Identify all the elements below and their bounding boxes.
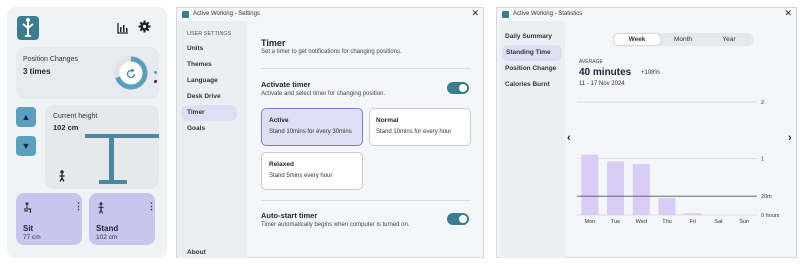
bar xyxy=(658,198,676,215)
x-tick-label: Wed xyxy=(636,219,647,225)
app-logo-icon xyxy=(502,10,509,18)
lower-desk-button[interactable]: ▼ xyxy=(16,136,36,156)
auto-start-desc: Timer automatically begins when computer… xyxy=(261,222,410,228)
position-changes-card: Position Changes 3 times xyxy=(16,47,159,99)
timer-option-normal[interactable]: Normal Stand 10mins for every hour xyxy=(369,108,471,146)
position-changes-value: 3 times xyxy=(23,67,51,76)
current-height-value: 102 cm xyxy=(53,123,79,132)
down-arrow-icon: ▼ xyxy=(21,141,31,151)
title-bar: Active Working - Statistics ✕ xyxy=(497,8,796,20)
indicator-dot xyxy=(154,71,157,74)
x-tick-label: Sun xyxy=(739,219,749,225)
sidebar-item-standing-time[interactable]: Standing Time xyxy=(502,45,562,61)
period-tabs: Week Month Year xyxy=(613,33,753,46)
option-name: Active xyxy=(269,117,289,124)
stand-preset-button[interactable]: ⋮ Stand 102 cm xyxy=(89,193,156,245)
sit-label: Sit xyxy=(23,224,34,233)
x-tick-label: Sat xyxy=(714,219,723,225)
auto-start-toggle[interactable] xyxy=(447,213,469,225)
bar xyxy=(632,164,650,215)
person-icon xyxy=(57,169,67,182)
option-name: Relaxed xyxy=(269,161,294,168)
stand-label: Stand xyxy=(96,224,119,233)
desk-control-panel: Position Changes 3 times ▲ ▼ Current hei… xyxy=(7,7,167,258)
tab-year[interactable]: Year xyxy=(706,34,752,45)
x-tick-label: Mon xyxy=(585,219,596,225)
activate-timer-toggle[interactable] xyxy=(447,82,469,94)
close-icon[interactable]: ✕ xyxy=(471,8,479,19)
refresh-icon xyxy=(125,67,137,79)
desk-illustration-icon xyxy=(85,134,159,184)
x-tick-label: Tue xyxy=(611,219,620,225)
bar xyxy=(607,161,625,215)
divider xyxy=(261,68,471,69)
bar xyxy=(684,213,702,215)
more-options-icon[interactable]: ⋮ xyxy=(147,201,156,212)
sit-height-value: 77 cm xyxy=(23,234,41,241)
sit-preset-button[interactable]: ⋮ Sit 77 cm xyxy=(16,193,83,245)
option-desc: Stand 10mins for every 30mins xyxy=(269,129,352,135)
option-desc: Stand 5mins every hour xyxy=(269,173,333,179)
app-logo-icon xyxy=(17,16,39,40)
stand-height-value: 102 cm xyxy=(96,234,118,241)
page-subtitle: Set a timer to get notifications for cha… xyxy=(261,49,402,55)
page-title: Timer xyxy=(261,38,286,48)
option-desc: Stand 10mins for every hour xyxy=(376,129,452,135)
tab-week[interactable]: Week xyxy=(614,34,660,45)
sidebar-item-desk-drive[interactable]: Desk Drive xyxy=(177,89,247,105)
chevron-right-icon[interactable]: › xyxy=(788,132,792,144)
indicator-dot xyxy=(154,80,157,83)
average-value: 40 minutes xyxy=(579,67,632,78)
activate-timer-desc: Activate and select timer for changing p… xyxy=(261,91,386,97)
sidebar-item-language[interactable]: Language xyxy=(177,73,247,89)
sidebar-item-calories-burnt[interactable]: Calories Burnt xyxy=(499,77,565,93)
sidebar-item-units[interactable]: Units xyxy=(177,41,247,57)
activate-timer-title: Activate timer xyxy=(261,80,311,89)
tab-month[interactable]: Month xyxy=(660,34,706,45)
position-changes-label: Position Changes xyxy=(23,56,78,63)
sidebar-item-daily-summary[interactable]: Daily Summary xyxy=(499,29,565,45)
more-options-icon[interactable]: ⋮ xyxy=(74,201,83,212)
timer-option-active[interactable]: Active Stand 10mins for every 30mins xyxy=(261,108,363,146)
window-title: Active Working - Statistics xyxy=(513,11,583,17)
gear-icon[interactable] xyxy=(138,20,151,33)
sidebar-item-themes[interactable]: Themes xyxy=(177,57,247,73)
statistics-window: Active Working - Statistics ✕ Daily Summ… xyxy=(496,7,797,258)
y-tick-label: 2 xyxy=(761,100,764,106)
title-bar: Active Working - Settings ✕ xyxy=(177,8,483,20)
current-height-label: Current height xyxy=(53,113,98,120)
raise-desk-button[interactable]: ▲ xyxy=(16,107,36,127)
date-range: 11 - 17 Nov 2024 xyxy=(579,81,625,87)
standing-time-chart: 2 1 0 hours Mon Tue Wed Thu Fri Sat Sun 20m xyxy=(577,100,780,225)
current-height-card: Current height 102 cm xyxy=(45,105,159,189)
app-logo-icon xyxy=(182,10,189,18)
sidebar-item-position-change[interactable]: Position Change xyxy=(499,61,565,77)
average-label: AVERAGE xyxy=(579,59,603,65)
change-badge: +108% xyxy=(641,70,660,76)
chevron-left-icon[interactable]: ‹ xyxy=(567,132,571,144)
close-icon[interactable]: ✕ xyxy=(784,8,792,19)
timer-option-relaxed[interactable]: Relaxed Stand 5mins every hour xyxy=(261,152,363,190)
x-tick-label: Fri xyxy=(690,219,696,225)
goal-line-label: 20m xyxy=(761,194,772,200)
up-arrow-icon: ▲ xyxy=(21,112,31,122)
divider xyxy=(261,200,471,201)
section-label: USER SETTINGS xyxy=(187,31,232,37)
statistics-sidebar: Daily Summary Standing Time Position Cha… xyxy=(499,21,565,258)
statistics-icon[interactable] xyxy=(117,21,129,34)
window-title: Active Working - Settings xyxy=(193,11,260,17)
y-tick-label: 1 xyxy=(761,157,764,163)
standing-person-icon xyxy=(96,201,106,214)
auto-start-title: Auto-start timer xyxy=(261,211,318,220)
sidebar-item-timer[interactable]: Timer xyxy=(181,105,237,121)
x-tick-label: Thu xyxy=(662,219,671,225)
sitting-person-icon xyxy=(23,201,33,213)
settings-sidebar: USER SETTINGS Units Themes Language Desk… xyxy=(177,21,247,258)
y-tick-label: 0 hours xyxy=(761,213,780,219)
settings-window: Active Working - Settings ✕ USER SETTING… xyxy=(176,7,484,258)
bar xyxy=(581,154,599,215)
option-name: Normal xyxy=(376,117,399,124)
sidebar-item-about[interactable]: About xyxy=(177,245,206,261)
sidebar-item-goals[interactable]: Goals xyxy=(177,121,247,137)
